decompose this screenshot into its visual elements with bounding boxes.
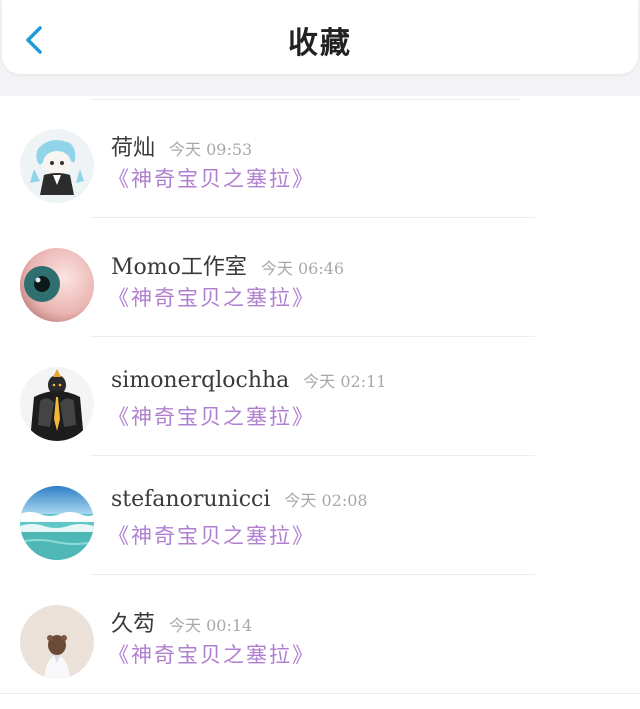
avatar[interactable] [20,129,94,203]
page-title: 收藏 [288,26,352,61]
favorite-link[interactable]: 《神奇宝贝之塞拉》 [108,401,315,431]
top-bar: 收藏 [2,0,638,74]
list-item[interactable]: stefanorunicci 今天 02:08 《神奇宝贝之塞拉》 [0,457,640,575]
divider [0,693,640,694]
timestamp: 今天 02:08 [284,491,368,510]
avatar[interactable] [20,367,94,441]
user-name[interactable]: 荷灿 今天 09:53 [111,130,252,162]
timestamp: 今天 06:46 [260,259,345,278]
anime-character-avatar-icon [20,129,94,203]
favorite-link[interactable]: 《神奇宝贝之塞拉》 [108,282,315,312]
ocean-waves-avatar-icon [20,486,94,560]
timestamp: 今天 02:11 [303,372,387,391]
divider [90,217,535,218]
avatar[interactable] [20,605,94,679]
favorite-link[interactable]: 《神奇宝贝之塞拉》 [108,639,315,669]
user-name[interactable]: Momo工作室 今天 06:46 [111,249,344,281]
user-name[interactable]: 久芶 今天 00:14 [111,606,252,638]
favorite-link[interactable]: 《神奇宝贝之塞拉》 [108,163,315,193]
list-item[interactable]: simonerqlochha 今天 02:11 《神奇宝贝之塞拉》 [0,338,640,456]
favorite-link[interactable]: 《神奇宝贝之塞拉》 [108,520,315,550]
girl-back-avatar-icon [20,605,94,679]
avatar[interactable] [20,248,94,322]
eyeball-avatar-icon [20,248,94,322]
user-name[interactable]: stefanorunicci 今天 02:08 [111,487,368,512]
list-item[interactable]: 久芶 今天 00:14 《神奇宝贝之塞拉》 [0,576,640,694]
timestamp: 今天 00:14 [169,616,253,635]
timestamp: 今天 09:53 [169,140,253,159]
user-name[interactable]: simonerqlochha 今天 02:11 [111,368,386,393]
divider [90,455,535,456]
list-item[interactable]: Momo工作室 今天 06:46 《神奇宝贝之塞拉》 [0,219,640,337]
list-item[interactable]: 荷灿 今天 09:53 《神奇宝贝之塞拉》 [0,100,640,218]
avatar[interactable] [20,486,94,560]
divider [90,574,535,575]
divider [90,336,535,337]
armored-warrior-avatar-icon [20,367,94,441]
favorites-list: 荷灿 今天 09:53 《神奇宝贝之塞拉》 Momo工作室 今天 06:46 《… [0,96,640,709]
